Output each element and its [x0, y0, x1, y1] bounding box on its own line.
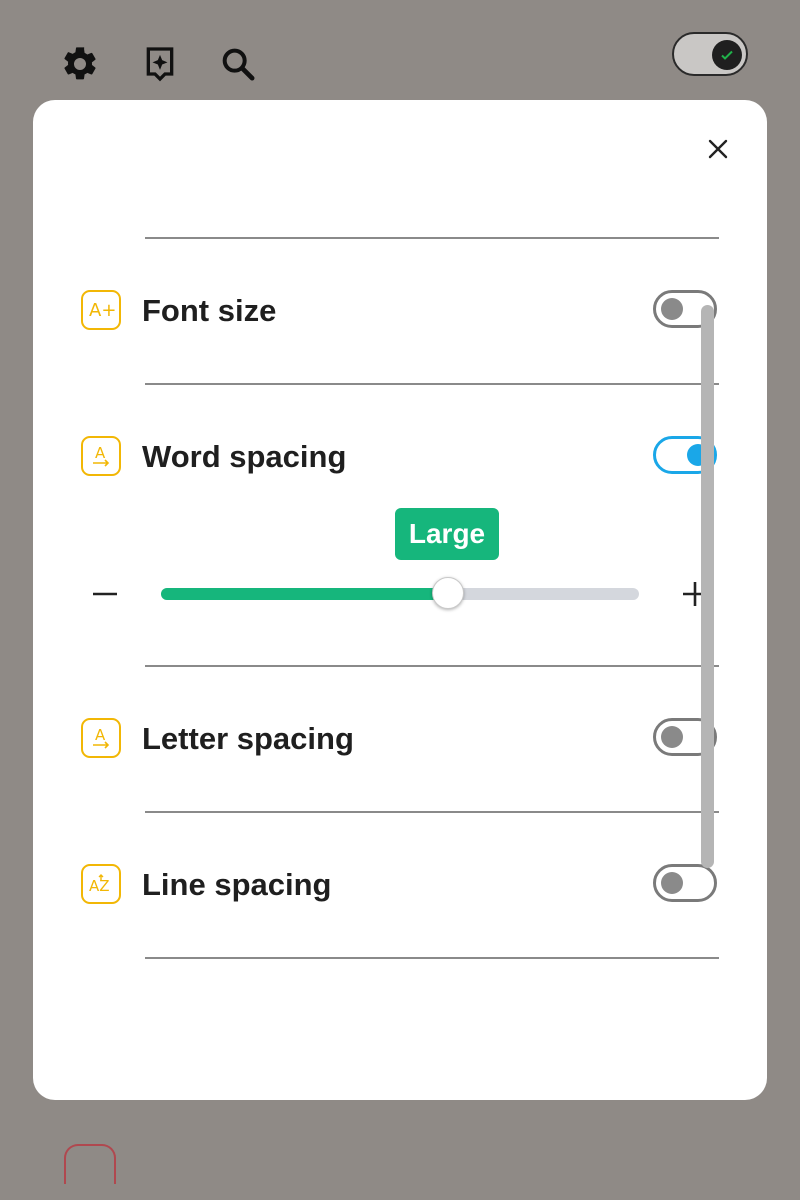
- svg-text:A: A: [95, 444, 106, 462]
- toggle-knob: [661, 298, 683, 320]
- slider-fill: [161, 588, 448, 600]
- gear-icon[interactable]: [60, 44, 100, 84]
- slider-value-label: Large: [395, 508, 499, 560]
- svg-text:A+: A+: [89, 300, 116, 321]
- row-label: Line spacing: [142, 867, 332, 902]
- font-size-plus-icon: A+: [81, 290, 121, 330]
- row-label: Font size: [142, 293, 277, 328]
- sparkle-bookmark-icon[interactable]: [140, 44, 180, 84]
- row-letter-spacing: A Letter spacing: [81, 718, 721, 764]
- divider: [145, 957, 719, 959]
- slider-thumb[interactable]: [431, 577, 464, 609]
- toggle-knob: [661, 726, 683, 748]
- row-word-spacing: A Word spacing: [81, 436, 721, 482]
- divider: [145, 237, 719, 239]
- scrollbar[interactable]: [701, 305, 714, 868]
- word-spacing-slider: Large: [33, 500, 767, 610]
- search-icon[interactable]: [218, 44, 258, 84]
- minus-icon: [93, 592, 117, 596]
- word-spacing-icon: A: [81, 436, 121, 476]
- divider: [145, 811, 719, 813]
- letter-spacing-icon: A: [81, 718, 121, 758]
- theme-toggle[interactable]: [672, 32, 748, 76]
- row-font-size: A+ Font size: [81, 290, 721, 336]
- close-button[interactable]: [699, 130, 737, 168]
- check-icon: [712, 40, 742, 70]
- divider: [145, 383, 719, 385]
- line-spacing-icon: AZ: [81, 864, 121, 904]
- row-label: Word spacing: [142, 439, 347, 474]
- decrease-button[interactable]: [85, 574, 125, 614]
- close-icon: [708, 139, 728, 159]
- svg-text:A: A: [95, 726, 106, 744]
- accessibility-panel: A+ Font size A Word spacing Large A Lett…: [33, 100, 767, 1100]
- toggle-knob: [661, 872, 683, 894]
- divider: [145, 665, 719, 667]
- line-spacing-toggle[interactable]: [653, 864, 717, 902]
- top-toolbar: [0, 0, 800, 100]
- row-label: Letter spacing: [142, 721, 354, 756]
- svg-text:AZ: AZ: [89, 877, 110, 895]
- slider-track[interactable]: [161, 577, 639, 609]
- row-line-spacing: AZ Line spacing: [81, 864, 721, 910]
- background-button-peek: [64, 1144, 116, 1184]
